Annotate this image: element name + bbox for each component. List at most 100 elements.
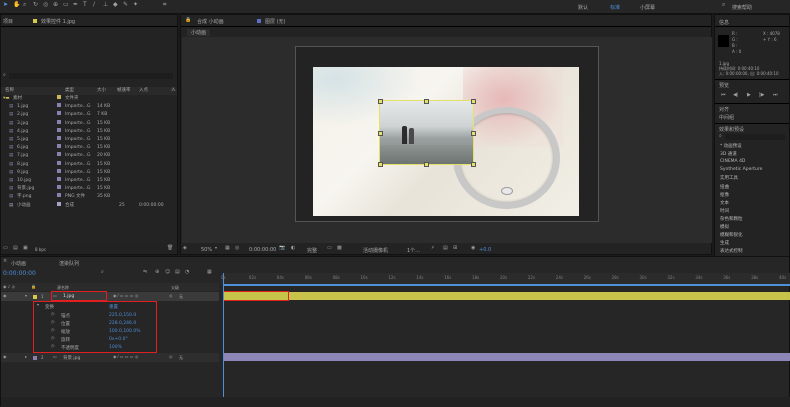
show-channel-icon[interactable]: ◐ (291, 244, 295, 252)
project-item[interactable]: ▤ 5.jpg Importe...G 15 KB (1, 136, 177, 144)
zoom-tool-icon[interactable]: ⌕ (23, 1, 26, 9)
comp-mini-flowchart-icon[interactable]: ⇋ (143, 268, 147, 276)
draft-3d-icon[interactable]: ⊕ (155, 268, 159, 276)
close-icon[interactable]: × (3, 257, 7, 265)
effects-category[interactable]: 抠像 (720, 192, 729, 198)
layer-label-color[interactable] (33, 356, 37, 360)
property-value[interactable]: 225.0,150.0 (109, 313, 136, 318)
eye-icon[interactable]: ◉ (3, 292, 7, 300)
network-icon[interactable]: ⁂ (171, 87, 176, 95)
property-value[interactable]: 100.0,100.0% (109, 329, 140, 334)
exposure-value[interactable]: +0.0 (479, 247, 491, 253)
prev-frame-icon[interactable]: ◀| (733, 91, 739, 99)
tab-info[interactable]: 信息 (719, 19, 729, 26)
new-composition-icon[interactable]: ▣ (23, 244, 28, 252)
effects-search-input[interactable] (725, 134, 785, 140)
clone-stamp-icon[interactable]: ⊥ (103, 1, 108, 9)
last-frame-icon[interactable]: ⏭ (773, 91, 778, 99)
effects-category[interactable]: 生成 (720, 240, 729, 246)
pen-tool-icon[interactable]: ✒ (73, 1, 78, 9)
parent-pickwhip-icon[interactable]: ◎ (169, 292, 173, 300)
project-item[interactable]: ▤ 字.png PNG 文件 35 KB (1, 193, 177, 201)
transparency-grid-icon[interactable]: ▩ (337, 244, 342, 252)
column-type[interactable]: 类型 (65, 87, 74, 95)
comp-subtab[interactable]: 小动画 (187, 29, 211, 36)
mask-visibility-icon[interactable]: ◎ (235, 244, 239, 252)
layer-parent-select[interactable]: 无 (179, 294, 183, 300)
flowchart-icon[interactable]: ⊞ (453, 244, 457, 252)
project-item[interactable]: ▤ 8.jpg Importe...G 15 KB (1, 160, 177, 169)
stopwatch-icon[interactable]: ◷ (51, 310, 55, 318)
property-value[interactable]: 228.0,246.0 (109, 321, 136, 326)
timeline-timecode[interactable]: 0:00:00:00 (3, 270, 36, 277)
delete-icon[interactable]: 🗑 (167, 244, 173, 252)
transform-handle-br[interactable] (471, 162, 476, 167)
expand-arrow-icon[interactable]: ▸ (25, 353, 27, 361)
transform-handle-tr[interactable] (471, 99, 476, 104)
text-tool-icon[interactable]: T (83, 1, 87, 9)
project-item[interactable]: ▤ 3.jpg Importe...G 15 KB (1, 119, 177, 128)
effects-category[interactable]: 文本 (720, 200, 729, 206)
effects-category[interactable]: 扭曲 (720, 184, 729, 190)
rectangle-tool-icon[interactable]: ▭ (63, 1, 69, 9)
graph-editor-icon[interactable]: ▦ (207, 268, 212, 276)
parent-pickwhip-icon[interactable]: ◎ (169, 353, 173, 361)
hand-tool-icon[interactable]: ✋ (13, 1, 20, 9)
layer-label-color[interactable] (33, 295, 37, 299)
effects-category[interactable]: 3D 通道 (720, 151, 737, 157)
roto-brush-icon[interactable]: ✎ (123, 1, 128, 9)
tab-effects-presets[interactable]: 效果和预设 (719, 126, 744, 133)
tab-effect-controls[interactable]: 效果控件 1.jpg (41, 18, 75, 25)
effects-category[interactable]: * 动画预设 (720, 143, 742, 149)
layer-switches-icon[interactable]: ◉ ⁄ ▭ ▭ ▭ ◎ (113, 353, 138, 361)
project-item[interactable]: ▤ 背景.jpg Importe...G 15 KB (1, 185, 177, 193)
current-time-indicator[interactable] (223, 273, 224, 407)
pan-behind-tool-icon[interactable]: ⊕ (53, 1, 58, 9)
frame-blending-icon[interactable]: ▤ (175, 268, 180, 276)
views-select[interactable]: 1个... (407, 247, 420, 254)
eraser-tool-icon[interactable]: ◆ (113, 1, 118, 9)
transform-handle-mr[interactable] (471, 131, 476, 136)
project-item[interactable]: ▤ 6.jpg Importe...G 15 KB (1, 144, 177, 152)
grid-icon[interactable]: ▦ (225, 244, 230, 252)
effects-category[interactable]: CINEMA 4D (720, 159, 745, 164)
rotate-tool-icon[interactable]: ↻ (33, 1, 38, 9)
interpret-footage-icon[interactable]: ▭ (3, 244, 8, 252)
new-folder-icon[interactable]: ▤ (13, 244, 18, 252)
project-search-input[interactable] (9, 73, 173, 79)
stopwatch-icon[interactable]: ◷ (51, 334, 55, 342)
tab-project[interactable]: 项目 (3, 18, 13, 25)
effects-category[interactable]: 模拟 (720, 224, 729, 230)
snapshot-icon[interactable]: 📷 (279, 244, 285, 252)
transform-handle-ml[interactable] (378, 131, 383, 136)
align-select[interactable]: 中间组 (719, 114, 734, 121)
work-area-bar[interactable] (223, 284, 790, 286)
project-item[interactable]: ▤ 4.jpg Importe...G 15 KB (1, 127, 177, 136)
comp-viewer[interactable] (182, 37, 712, 243)
workspace-small-screen[interactable]: 小屏幕 (640, 4, 655, 11)
layer-parent-select[interactable]: 无 (179, 355, 183, 361)
shy-icon[interactable]: ☺ (165, 268, 170, 276)
play-icon[interactable]: ▶ (747, 91, 751, 99)
effects-category[interactable]: 模糊和锐化 (720, 232, 743, 238)
zoom-select[interactable]: 50% (201, 247, 212, 253)
effects-category[interactable]: Synthetic Aperture (720, 167, 762, 172)
bpc-label[interactable]: 8 bpc (35, 247, 46, 252)
fast-previews-icon[interactable]: ⚡ (431, 244, 435, 252)
effects-category[interactable]: 杂色和颗粒 (720, 216, 743, 222)
timeline-icon[interactable]: ▤ (443, 244, 448, 252)
next-frame-icon[interactable]: |▶ (759, 91, 765, 99)
effects-category[interactable]: 表达式控制 (720, 248, 743, 254)
search-icon[interactable]: ⌕ (101, 268, 104, 276)
effects-category[interactable]: 实用工具 (720, 175, 738, 181)
tab-render-queue[interactable]: 渲染队列 (59, 260, 79, 267)
eye-icon[interactable]: ◉ (3, 353, 7, 361)
current-time[interactable]: 0:00:00:00 (249, 247, 276, 253)
search-icon[interactable]: ⌕ (3, 71, 6, 79)
column-parent[interactable]: 父级 (171, 285, 179, 291)
project-item[interactable]: ▤ 2.jpg Importe...G 7 KB (1, 111, 177, 119)
search-icon[interactable]: ⌕ (722, 1, 725, 9)
layer-1-jpg-preview[interactable] (379, 100, 474, 165)
snapping-icon[interactable]: ⌗ (163, 1, 166, 9)
resolution-select[interactable]: 完整 (307, 247, 317, 254)
